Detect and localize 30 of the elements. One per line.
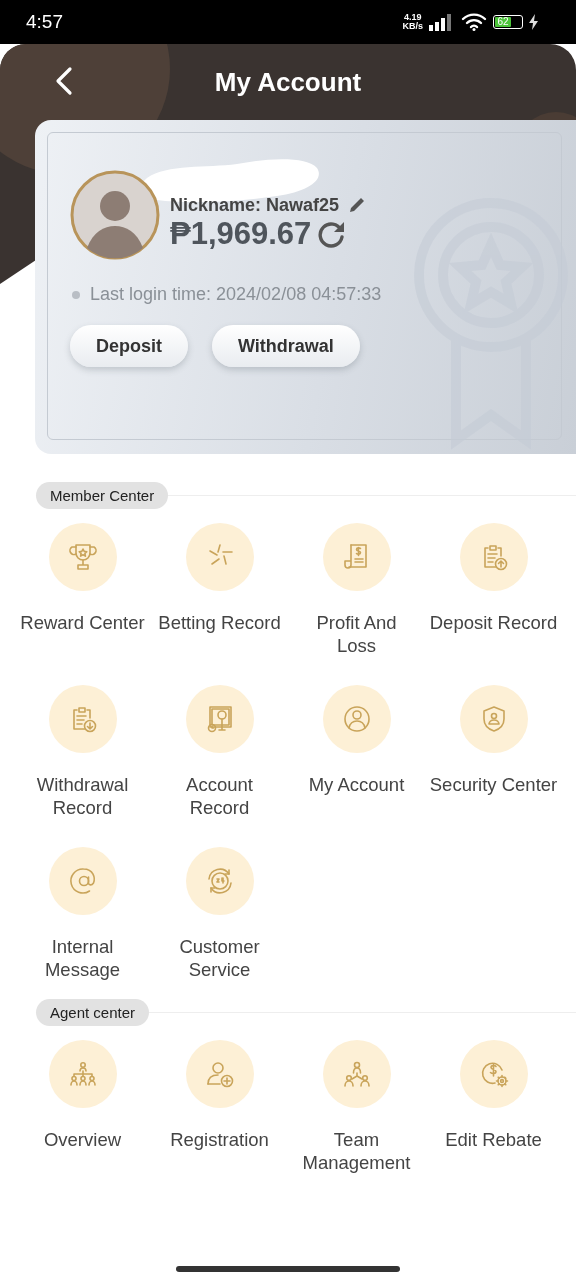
section-label: Agent center [36, 999, 150, 1026]
menu-item-label[interactable]: Withdrawal Record [36, 773, 129, 819]
battery-level: 62 [495, 17, 512, 27]
page-title: My Account [214, 66, 362, 98]
last-login-time: Last login time: 2024/02/08 04:57:33 [90, 284, 382, 305]
menu-item-label[interactable]: Deposit Record [429, 611, 558, 634]
menu-item-label[interactable]: Internal Message [44, 935, 121, 981]
menu-item-label[interactable]: Profit And Loss [316, 611, 397, 657]
menu-item-label[interactable]: Team Management [302, 1128, 411, 1174]
balance: ₱1,969.67 [170, 215, 312, 252]
menu-item-label[interactable]: My Account [308, 773, 405, 796]
wifi-icon [461, 13, 487, 31]
status-dot-icon [72, 290, 80, 299]
back-icon[interactable] [55, 66, 73, 96]
network-speed: 4.19 [403, 13, 422, 22]
section-label: Member Center [36, 482, 169, 509]
menu-item-label[interactable]: Account Record [186, 773, 253, 819]
nickname: Nickname: Nawaf25 [170, 194, 340, 216]
charging-icon [529, 14, 538, 30]
deposit-button[interactable]: Deposit [70, 325, 188, 367]
network-speed-unit: KB/s [402, 22, 423, 31]
menu-item-label[interactable]: Registration [170, 1128, 269, 1151]
menu-item-label[interactable]: Security Center [429, 773, 558, 796]
menu-item-label[interactable]: Customer Service [179, 935, 260, 981]
menu-item-label[interactable]: Overview [43, 1128, 122, 1151]
menu-item-label[interactable]: Reward Center [20, 611, 145, 634]
menu-item-label[interactable]: Betting Record [158, 611, 281, 634]
withdrawal-button[interactable]: Withdrawal [212, 325, 360, 367]
menu-item-label[interactable]: Edit Rebate [445, 1128, 542, 1151]
status-time: 4:57 [26, 11, 63, 33]
